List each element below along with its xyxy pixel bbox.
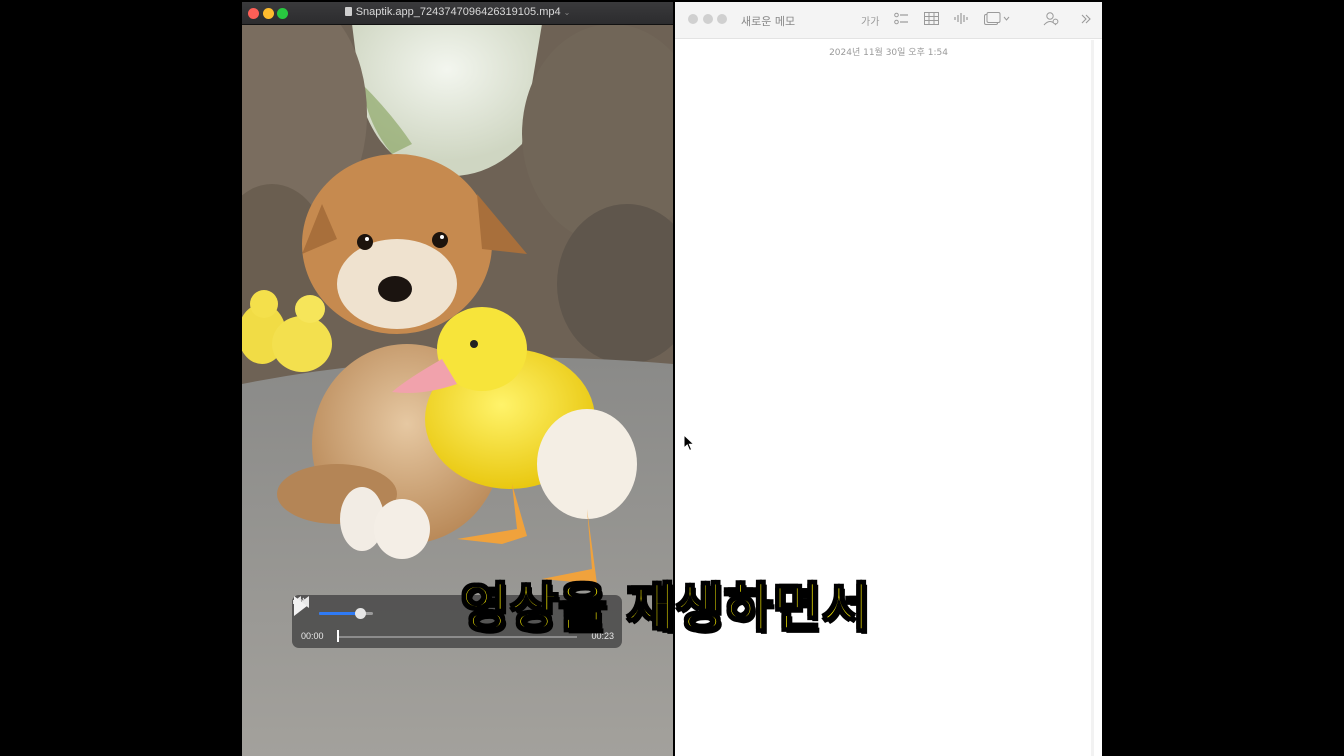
time-elapsed: 00:00 (301, 631, 324, 641)
note-date: 2024년 11월 30일 오후 1:54 (829, 48, 948, 58)
more-icon[interactable] (1081, 14, 1091, 24)
playhead[interactable] (337, 630, 339, 642)
volume-level (319, 612, 360, 615)
document-icon (344, 7, 352, 16)
subtitle-caption: 영상을 재생하면서 (460, 578, 871, 640)
scrollbar[interactable] (1091, 40, 1094, 756)
notes-window: 새로운 메모 가가 2024년 11월 30일 오후 1:54 (675, 2, 1102, 756)
note-editor[interactable]: 2024년 11월 30일 오후 1:54 (675, 39, 1102, 756)
media-icon[interactable] (984, 12, 1010, 25)
close-button[interactable] (688, 14, 698, 24)
chevron-down-icon[interactable]: ⌄ (564, 8, 571, 17)
audio-icon[interactable] (954, 12, 968, 25)
window-title: Snaptik.app_7243747096426319105.mp4 ⌄ (242, 6, 673, 18)
checklist-icon[interactable] (894, 12, 909, 26)
maximize-button[interactable] (717, 14, 727, 24)
minimize-button[interactable] (703, 14, 713, 24)
volume-slider[interactable] (319, 608, 373, 619)
video-titlebar[interactable]: Snaptik.app_7243747096426319105.mp4 ⌄ (242, 2, 673, 25)
format-button[interactable]: 가가 (861, 13, 879, 28)
table-icon[interactable] (924, 12, 939, 25)
note-title: 새로운 메모 (741, 15, 796, 28)
collaborate-icon[interactable] (1043, 11, 1059, 26)
notes-toolbar: 새로운 메모 가가 (675, 2, 1102, 39)
mouse-cursor-icon (683, 434, 695, 452)
volume-knob[interactable] (354, 608, 366, 619)
video-player-window: Snaptik.app_7243747096426319105.mp4 ⌄ 00… (242, 2, 673, 756)
play-button[interactable] (292, 595, 308, 617)
video-frame[interactable]: 00:00 00:23 (242, 24, 673, 756)
video-title-text: Snaptik.app_7243747096426319105.mp4 (355, 6, 561, 18)
